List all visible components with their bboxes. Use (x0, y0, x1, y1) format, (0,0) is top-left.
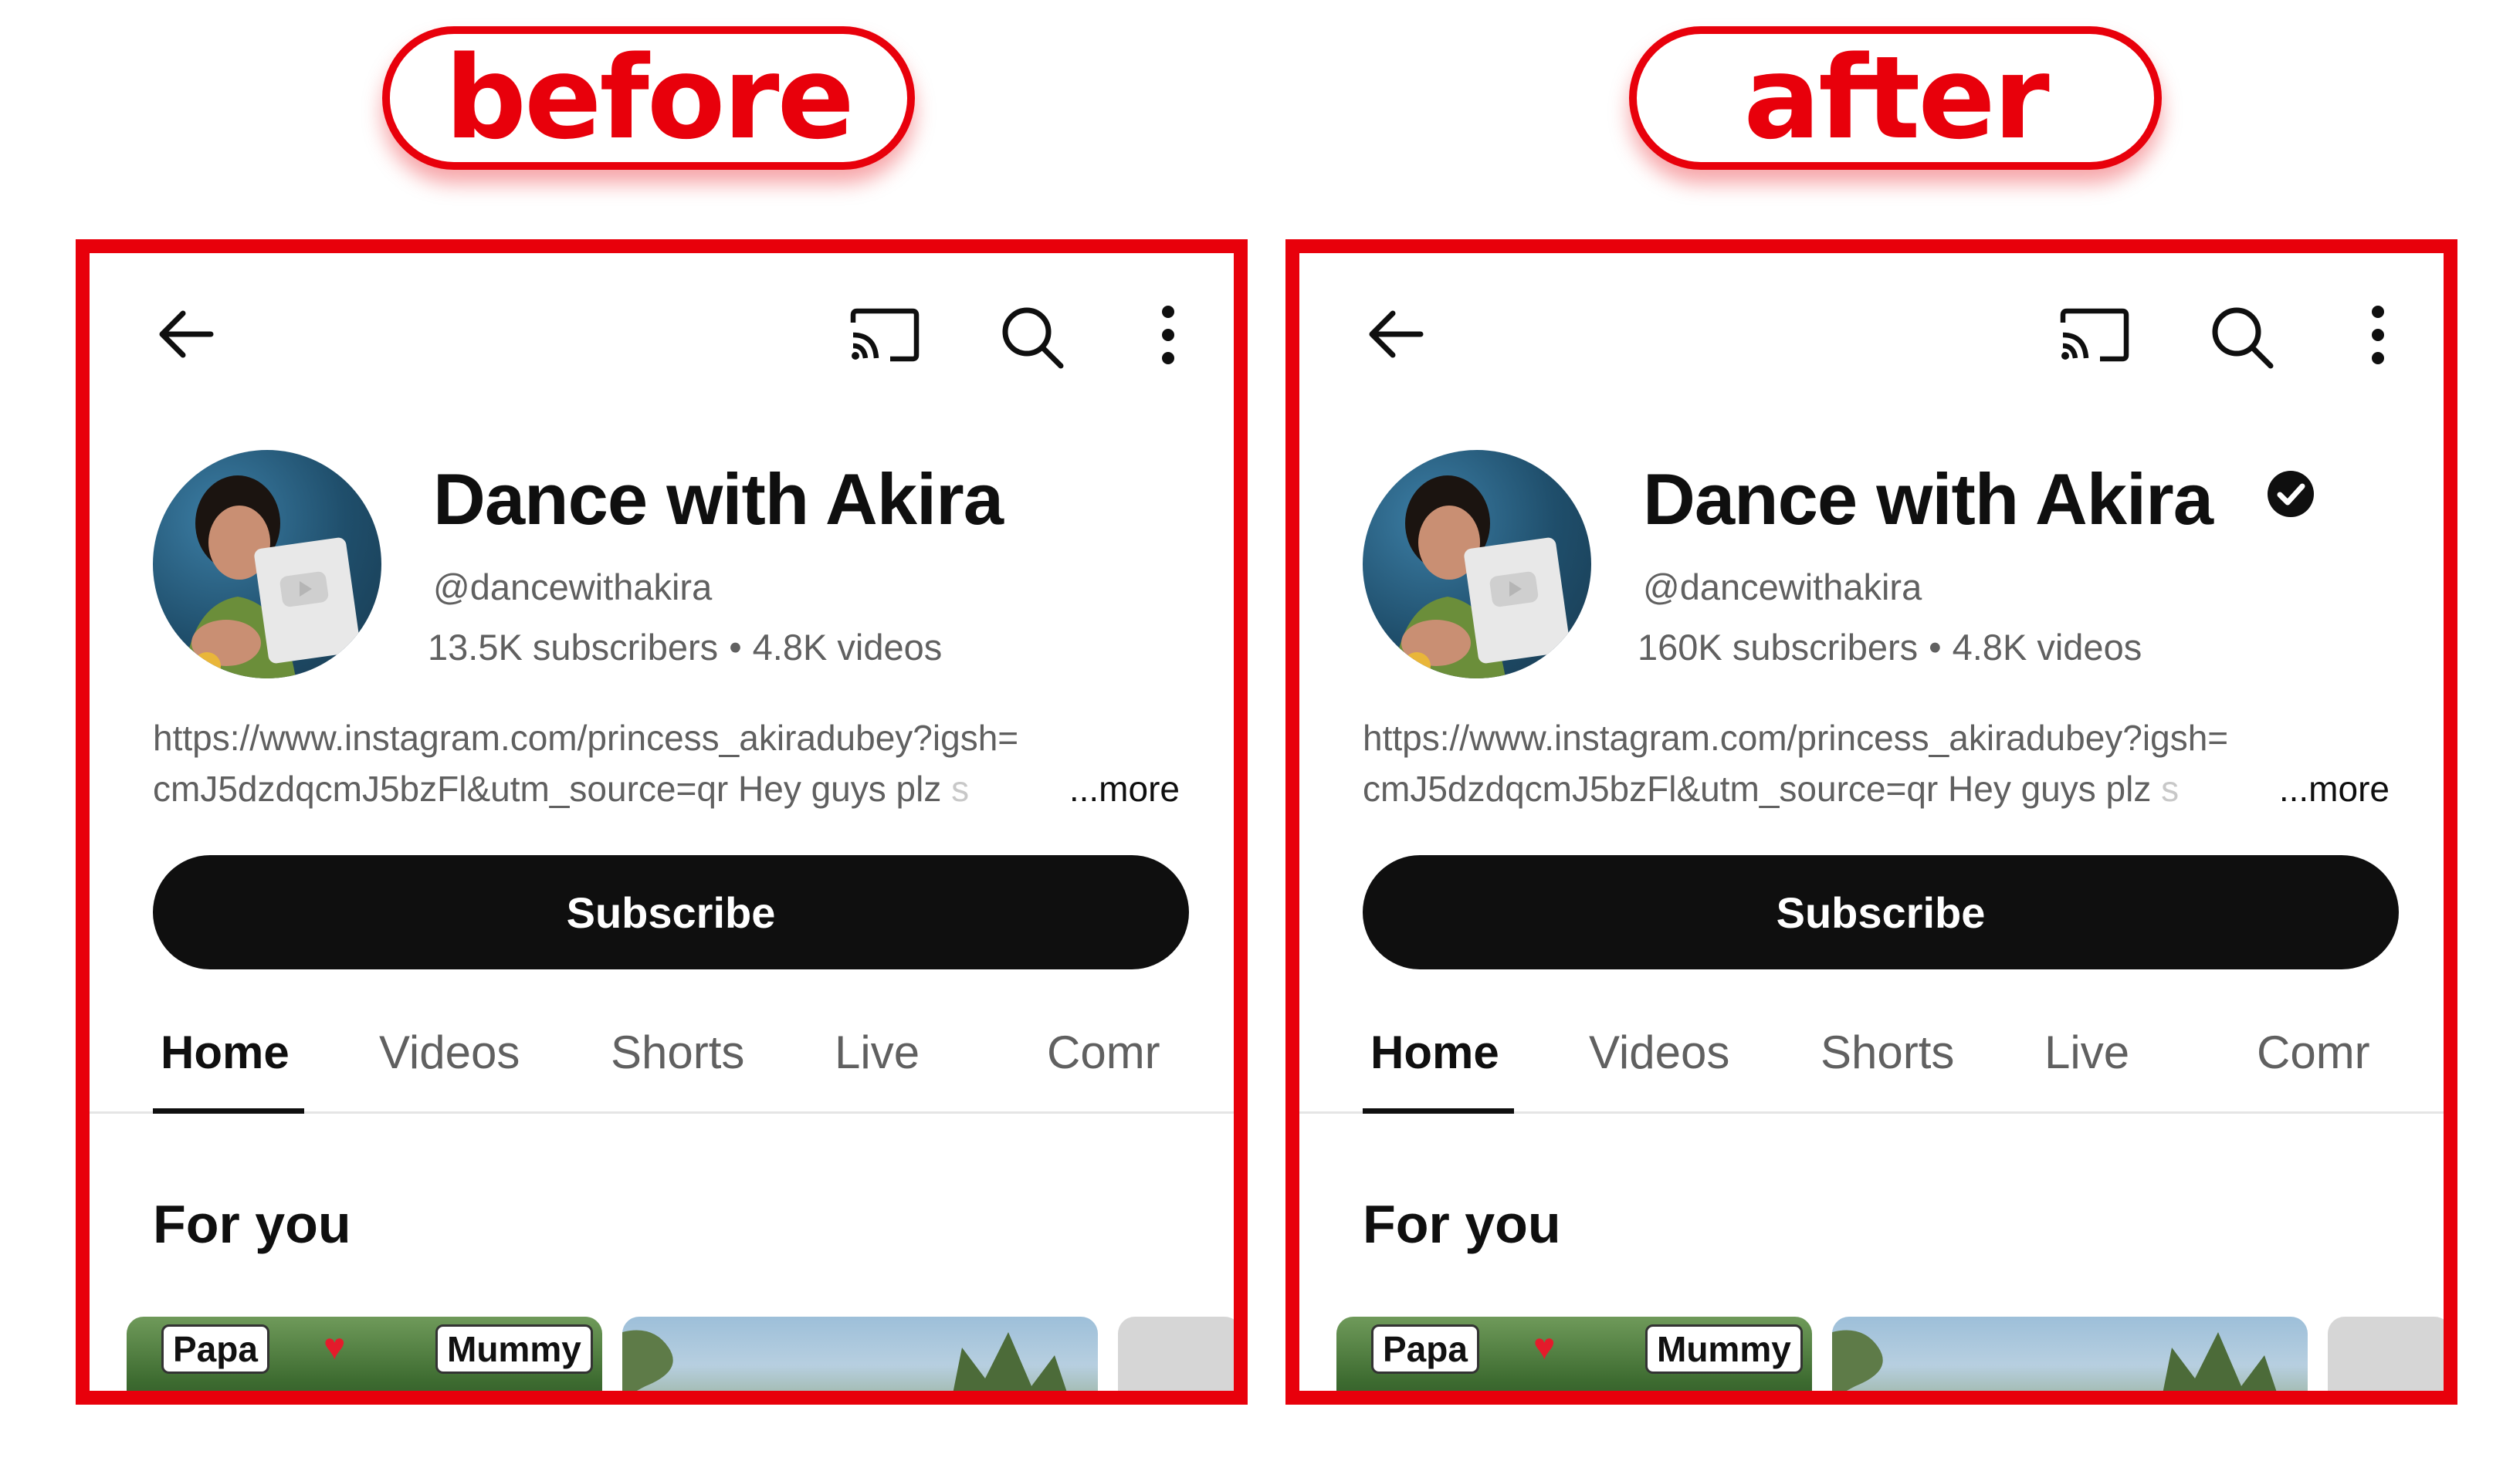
back-arrow-icon[interactable] (155, 307, 217, 361)
cast-icon[interactable] (850, 307, 920, 363)
tab-community[interactable]: Comr (2257, 1026, 2370, 1079)
video-thumbnail[interactable] (622, 1317, 1098, 1391)
search-icon[interactable] (2209, 304, 2275, 370)
description-line-1: https://www.instagram.com/princess_akira… (1363, 718, 2229, 758)
tab-shorts[interactable]: Shorts (1821, 1026, 1954, 1079)
video-thumbnail[interactable] (1118, 1317, 1234, 1391)
more-link[interactable]: ...more (2269, 763, 2390, 814)
tab-videos[interactable]: Videos (1589, 1026, 1729, 1079)
more-vert-icon[interactable] (1159, 304, 1177, 366)
verified-check-icon (2264, 468, 2317, 524)
channel-handle: @dancewithakira (433, 567, 713, 607)
channel-tabs: Home Videos Shorts Live Comr (1299, 1006, 2444, 1114)
more-link[interactable]: ...more (1059, 763, 1180, 814)
video-thumbnail[interactable]: Papa ♥ Mummy (1336, 1317, 1812, 1391)
active-tab-indicator (153, 1108, 304, 1114)
subscribe-button[interactable]: Subscribe (153, 855, 1189, 969)
search-icon[interactable] (999, 304, 1065, 370)
active-tab-indicator (1363, 1108, 1514, 1114)
channel-tabs: Home Videos Shorts Live Comr (90, 1006, 1234, 1114)
before-label-text: before (445, 32, 855, 164)
before-label: before (382, 26, 915, 170)
tab-home[interactable]: Home (161, 1026, 290, 1079)
thumb-tag-papa: Papa (161, 1324, 269, 1374)
channel-stats: 13.5K subscribers • 4.8K videos (428, 626, 942, 668)
stats-separator: • (1929, 627, 1942, 668)
heart-icon: ♥ (1533, 1327, 1556, 1368)
channel-handle: @dancewithakira (1643, 567, 1922, 607)
tab-live[interactable]: Live (2044, 1026, 2129, 1079)
before-screenshot-panel: Dance with Akira @dancewithakira 13.5K s… (76, 239, 1248, 1405)
channel-name: Dance with Akira (1643, 458, 2213, 539)
tab-community[interactable]: Comr (1047, 1026, 1160, 1079)
more-vert-icon[interactable] (2369, 304, 2387, 366)
tab-live[interactable]: Live (835, 1026, 920, 1079)
description-line-2: cmJ5dzdqcmJ5bzFl&utm_source=qr Hey guys … (1363, 763, 2390, 814)
video-thumbnail[interactable] (2328, 1317, 2444, 1391)
heart-icon: ♥ (323, 1327, 346, 1368)
channel-avatar[interactable] (153, 450, 381, 678)
video-thumbnail[interactable] (1832, 1317, 2308, 1391)
description-line-2: cmJ5dzdqcmJ5bzFl&utm_source=qr Hey guys … (153, 763, 1180, 814)
channel-description[interactable]: https://www.instagram.com/princess_akira… (1363, 712, 2390, 814)
after-screenshot-panel: Dance with Akira @dancewithakira 160K su… (1285, 239, 2457, 1405)
subscriber-count: 13.5K subscribers (428, 627, 719, 668)
section-title: For you (153, 1194, 351, 1254)
section-title: For you (1363, 1194, 1561, 1254)
description-text: cmJ5dzdqcmJ5bzFl&utm_source=qr Hey guys … (153, 769, 952, 809)
channel-name: Dance with Akira (433, 458, 1004, 539)
thumb-tag-mummy: Mummy (435, 1324, 593, 1374)
video-count: 4.8K videos (752, 627, 943, 668)
tab-shorts[interactable]: Shorts (611, 1026, 744, 1079)
description-fade: s (951, 769, 970, 809)
video-thumbnail[interactable]: Papa ♥ Mummy (127, 1317, 602, 1391)
thumb-tag-mummy: Mummy (1645, 1324, 1803, 1374)
description-line-1: https://www.instagram.com/princess_akira… (153, 718, 1019, 758)
channel-description[interactable]: https://www.instagram.com/princess_akira… (153, 712, 1180, 814)
cast-icon[interactable] (2060, 307, 2129, 363)
subscriber-count: 160K subscribers (1638, 627, 1919, 668)
after-label: after (1629, 26, 2162, 170)
back-arrow-icon[interactable] (1365, 307, 1427, 361)
channel-stats: 160K subscribers • 4.8K videos (1638, 626, 2142, 668)
video-count: 4.8K videos (1952, 627, 2142, 668)
tab-home[interactable]: Home (1370, 1026, 1499, 1079)
tab-videos[interactable]: Videos (379, 1026, 520, 1079)
thumb-tag-papa: Papa (1371, 1324, 1479, 1374)
subscribe-button[interactable]: Subscribe (1363, 855, 2399, 969)
description-fade: s (2161, 769, 2180, 809)
description-text: cmJ5dzdqcmJ5bzFl&utm_source=qr Hey guys … (1363, 769, 2162, 809)
after-label-text: after (1743, 32, 2049, 164)
channel-avatar[interactable] (1363, 450, 1591, 678)
stats-separator: • (729, 627, 742, 668)
